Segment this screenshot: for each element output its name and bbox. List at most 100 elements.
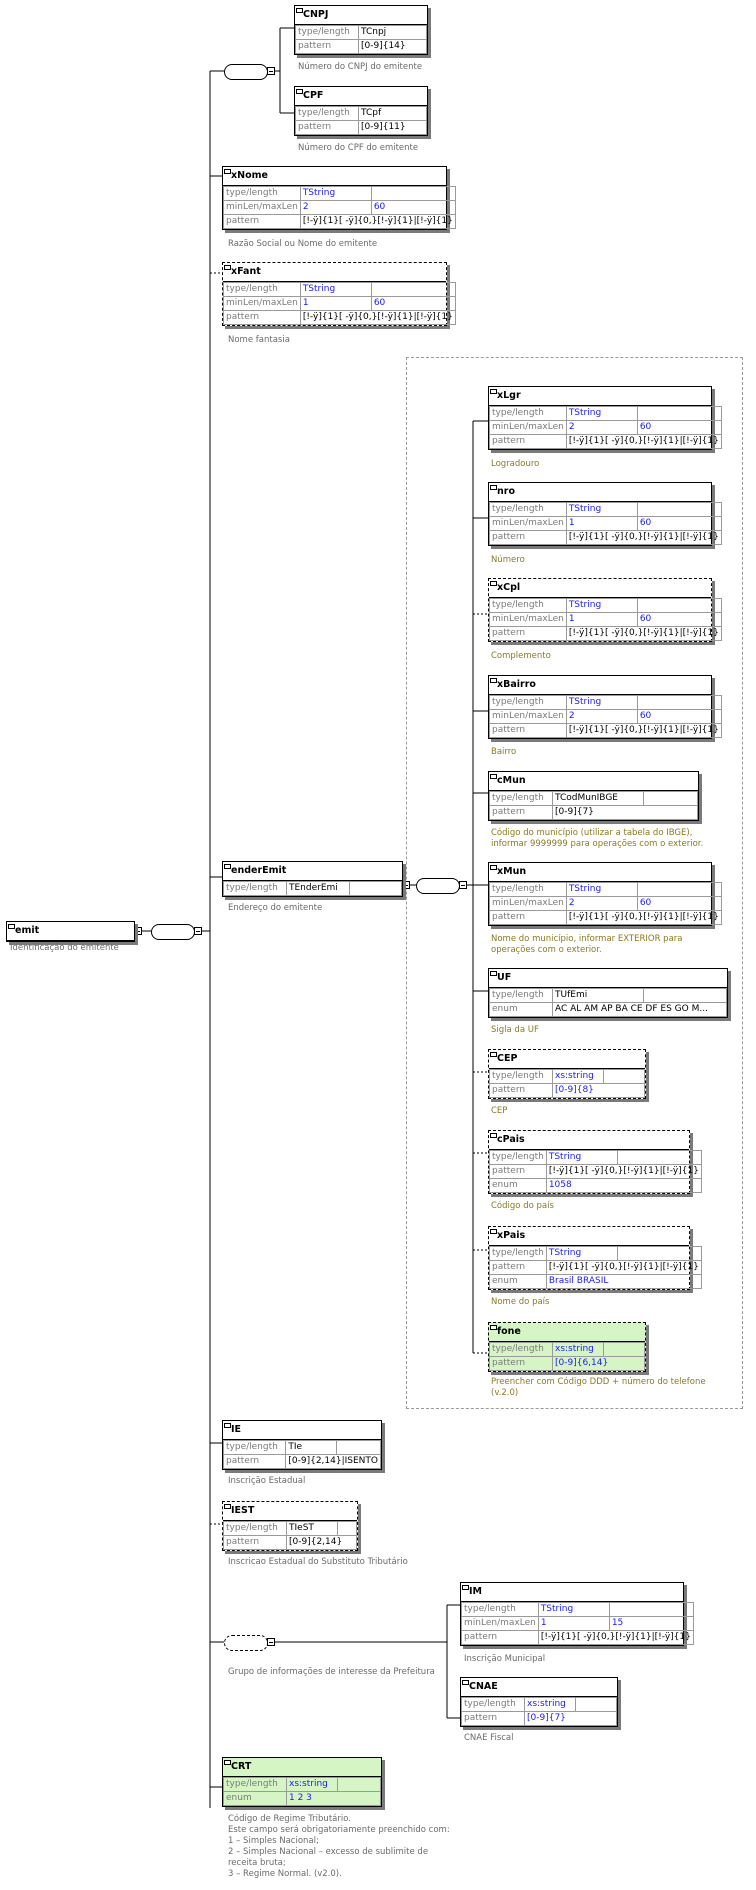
element-name: CNPJ (295, 6, 427, 25)
field-label: type/length (489, 502, 567, 517)
field-value: 60 (636, 516, 722, 531)
field-label: type/length (489, 1069, 553, 1084)
field-label: type/length (222, 1440, 287, 1455)
element-iest[interactable]: IEST type/length TIeST pattern [0-9]{2,14} (222, 1501, 358, 1551)
field-value: TCnpj (358, 25, 427, 40)
collapse-icon[interactable] (459, 881, 467, 889)
element-cmun[interactable]: cMun type/length TCodMunIBGE pattern [0-9]… (488, 771, 699, 821)
field-label: pattern (461, 1630, 539, 1645)
field-value: [!-ÿ]{1}[ -ÿ]{0,}[!-ÿ]{1}|[!-ÿ]{1} (545, 1164, 702, 1179)
field-value: [0-9]{8} (552, 1083, 645, 1098)
element-ie[interactable]: IE type/length TIe pattern [0-9]{2,14}|ISE… (222, 1420, 382, 1470)
element-im[interactable]: IM type/length TString minLen/maxLen 1 15 p… (460, 1582, 694, 1646)
field-label: pattern (223, 1535, 287, 1550)
element-name: CNAE (461, 1678, 617, 1697)
element-name: CEP (489, 1050, 645, 1069)
element-xnome[interactable]: xNome type/length TString minLen/maxLen 2 6… (222, 166, 456, 230)
element-name: xPais (489, 1227, 689, 1246)
collapse-icon[interactable] (267, 67, 275, 75)
field-label: type/length (295, 106, 359, 121)
sequence-compositor-icon[interactable] (151, 924, 195, 940)
element-description: Número do CPF do emitente (298, 143, 419, 153)
element-cpais[interactable]: cPais type/length TString pattern [!-ÿ]{1}… (488, 1130, 702, 1194)
collapse-icon[interactable] (194, 927, 202, 935)
field-value: [!-ÿ]{1}[ -ÿ]{0,}[!-ÿ]{1}|[!-ÿ]{1} (299, 214, 456, 229)
field-value: 1 (299, 296, 372, 311)
element-cnpj[interactable]: CNPJ type/length TCnpj pattern [0-9]{14} (294, 5, 428, 55)
root-element-emit[interactable]: emit (6, 921, 135, 942)
element-name: fone (489, 1323, 645, 1342)
element-cnae[interactable]: CNAE type/length xs:string pattern [0-9]{7… (460, 1677, 618, 1727)
element-description: 2 – Simples Nacional – excesso de sublim… (228, 1847, 429, 1857)
field-label: pattern (489, 1083, 553, 1098)
element-xmun[interactable]: xMun type/length TString minLen/maxLen 2 60… (488, 862, 722, 926)
field-value: 60 (636, 896, 722, 911)
collapse-icon[interactable] (402, 881, 410, 889)
field-label: pattern (223, 214, 301, 229)
field-value: 1 2 3 (286, 1791, 381, 1806)
element-description: Bairro (491, 747, 517, 757)
element-description: Complemento (491, 651, 551, 661)
element-description: receita bruta; (228, 1858, 286, 1868)
element-description: CNAE Fiscal (464, 1733, 514, 1743)
field-value: [0-9]{2,14} (286, 1535, 357, 1550)
field-label: enum (223, 1791, 287, 1806)
element-xfant[interactable]: xFant type/length TString minLen/maxLen 1 6… (222, 262, 456, 326)
field-value: xs:string (524, 1697, 576, 1712)
element-description: Número do CNPJ do emitente (298, 62, 423, 72)
element-xlgr[interactable]: xLgr type/length TString minLen/maxLen 2 60… (488, 386, 722, 450)
field-value: TString (565, 406, 638, 421)
field-value: 60 (370, 296, 456, 311)
element-name: IM (461, 1583, 683, 1602)
field-value: [!-ÿ]{1}[ -ÿ]{0,}[!-ÿ]{1}|[!-ÿ]{1} (537, 1630, 694, 1645)
element-name: xFant (223, 263, 446, 282)
element-description: Número (491, 555, 525, 565)
field-label: enum (489, 1002, 553, 1017)
element-description: Logradouro (491, 459, 540, 469)
element-name: emit (7, 922, 134, 941)
field-label: minLen/maxLen (223, 296, 301, 311)
field-value: Brasil BRASIL (545, 1274, 702, 1289)
field-label: pattern (295, 39, 359, 54)
element-cpf[interactable]: CPF type/length TCpf pattern [0-9]{11} (294, 86, 428, 136)
field-label: type/length (223, 1521, 287, 1536)
element-description: Este campo será obrigatoriamente preench… (228, 1825, 450, 1835)
element-xpais[interactable]: xPais type/length TString pattern [!-ÿ]{1}… (488, 1226, 702, 1290)
element-description: (v.2.0) (491, 1388, 519, 1398)
element-name: CPF (295, 87, 427, 106)
element-xbairro[interactable]: xBairro type/length TString minLen/maxLen… (488, 675, 722, 739)
field-value: [0-9]{2,14}|ISENTO (285, 1454, 381, 1469)
field-value: [!-ÿ]{1}[ -ÿ]{0,}[!-ÿ]{1}|[!-ÿ]{1} (565, 530, 722, 545)
element-cep[interactable]: CEP type/length xs:string pattern [0-9]{8} (488, 1049, 646, 1099)
element-name: IE (223, 1421, 381, 1440)
field-label: pattern (489, 1260, 547, 1275)
field-value: TString (565, 502, 638, 517)
element-fone[interactable]: fone type/length xs:string pattern [0-9]{6… (488, 1322, 646, 1372)
field-value: TIeST (286, 1521, 338, 1536)
element-name: xBairro (489, 676, 711, 695)
optional-sequence-compositor-icon[interactable] (224, 1635, 268, 1651)
field-value: TString (545, 1246, 618, 1261)
element-crt[interactable]: CRT type/length xs:string enum 1 2 3 (222, 1757, 382, 1807)
field-label: minLen/maxLen (461, 1616, 539, 1631)
collapse-icon[interactable] (267, 1638, 275, 1646)
choice-compositor-icon[interactable] (224, 64, 268, 80)
field-value: xs:string (552, 1069, 604, 1084)
element-nro[interactable]: nro type/length TString minLen/maxLen 1 60 … (488, 482, 722, 546)
collapse-icon[interactable] (134, 927, 142, 935)
field-label: pattern (295, 120, 359, 135)
field-label: pattern (222, 1454, 287, 1469)
element-uf[interactable]: UF type/length TUfEmi enum AC AL AM AP BA … (488, 968, 728, 1018)
field-value: 60 (370, 200, 456, 215)
sequence-compositor-icon[interactable] (416, 878, 460, 894)
field-value: 60 (636, 612, 722, 627)
field-label: minLen/maxLen (489, 420, 567, 435)
field-value: TUfEmi (552, 988, 644, 1003)
element-description: Endereço do emitente (228, 903, 323, 913)
field-value: TString (565, 695, 638, 710)
element-enderemit[interactable]: enderEmit type/length TEnderEmi (222, 861, 403, 897)
field-label: type/length (223, 186, 301, 201)
field-value: TString (565, 882, 638, 897)
field-label: enum (489, 1274, 547, 1289)
element-xcpl[interactable]: xCpl type/length TString minLen/maxLen 1 60… (488, 578, 722, 642)
